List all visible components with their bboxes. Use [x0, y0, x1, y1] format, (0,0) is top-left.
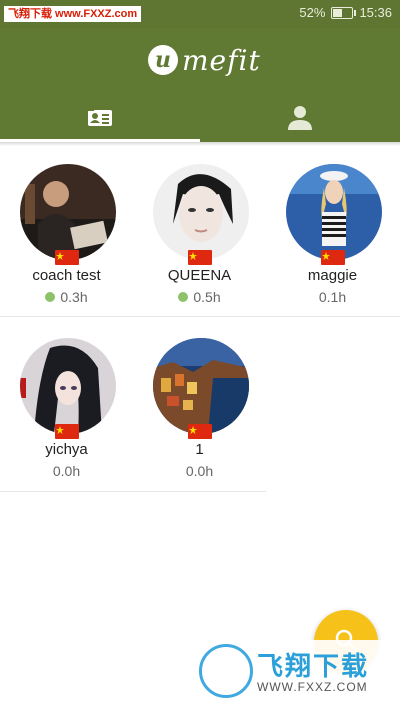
person-icon — [286, 103, 314, 136]
avatar — [20, 338, 116, 434]
user-name: QUEENA — [167, 267, 232, 284]
online-indicator — [45, 292, 56, 302]
user-name: coach test — [32, 267, 101, 284]
battery-percent: 52% — [299, 5, 326, 20]
logo-badge: u — [148, 45, 178, 75]
user-name: yichya — [45, 441, 88, 458]
time-value: 0.0h — [185, 463, 214, 479]
battery-icon — [331, 6, 357, 19]
row-divider — [0, 491, 266, 492]
tab-contacts[interactable] — [0, 96, 200, 142]
contact-card-icon — [86, 106, 114, 133]
avatar — [153, 338, 249, 434]
china-flag-icon — [321, 250, 345, 265]
top-watermark: 飞翔下载 www.FXXZ.com — [4, 6, 142, 22]
logo-text: mefit — [182, 43, 261, 77]
user-name: 1 — [195, 441, 204, 458]
user-card[interactable]: maggie 0.1h — [266, 146, 399, 316]
status-bar: 飞翔下载 www.FXXZ.com 52% 15:36 — [0, 0, 400, 28]
activity-time: 0.1h — [266, 289, 399, 305]
tab-profile[interactable] — [200, 96, 400, 142]
time-value: 0.3h — [60, 289, 88, 305]
online-indicator — [178, 292, 189, 302]
activity-time: 0.3h — [0, 289, 133, 305]
user-card[interactable]: 1 0.0h — [133, 320, 266, 490]
user-card[interactable]: coach test 0.3h — [0, 146, 133, 316]
watermark-logo-icon — [199, 644, 253, 698]
clock: 15:36 — [359, 5, 392, 20]
china-flag-icon — [55, 250, 79, 265]
avatar — [20, 164, 116, 260]
avatar-wrap — [153, 338, 249, 439]
time-value: 0.1h — [318, 289, 347, 305]
activity-time: 0.0h — [133, 463, 266, 479]
tab-bar — [0, 96, 400, 142]
watermark-url: WWW.FXXZ.COM — [257, 680, 368, 694]
time-value: 0.0h — [52, 463, 81, 479]
avatar-wrap — [153, 164, 249, 265]
time-value: 0.5h — [193, 289, 221, 305]
user-name: maggie — [307, 267, 358, 284]
avatar-wrap — [286, 164, 382, 265]
activity-time: 0.5h — [133, 289, 266, 305]
activity-time: 0.0h — [0, 463, 133, 479]
bottom-watermark: 飞翔下载 WWW.FXXZ.COM — [193, 640, 387, 702]
watermark-title: 飞翔下载 — [257, 651, 370, 681]
status-indicators: 52% 15:36 — [299, 5, 392, 20]
app-header: u mefit — [0, 28, 400, 96]
app-logo: u mefit — [148, 40, 261, 80]
avatar-wrap — [20, 164, 116, 265]
row-divider — [0, 316, 400, 317]
china-flag-icon — [188, 424, 212, 439]
china-flag-icon — [188, 250, 212, 265]
avatar-wrap — [20, 338, 116, 439]
china-flag-icon — [55, 424, 79, 439]
avatar — [286, 164, 382, 260]
avatar — [153, 164, 249, 260]
user-card[interactable]: yichya 0.0h — [0, 320, 133, 490]
user-card[interactable]: QUEENA 0.5h — [133, 146, 266, 316]
